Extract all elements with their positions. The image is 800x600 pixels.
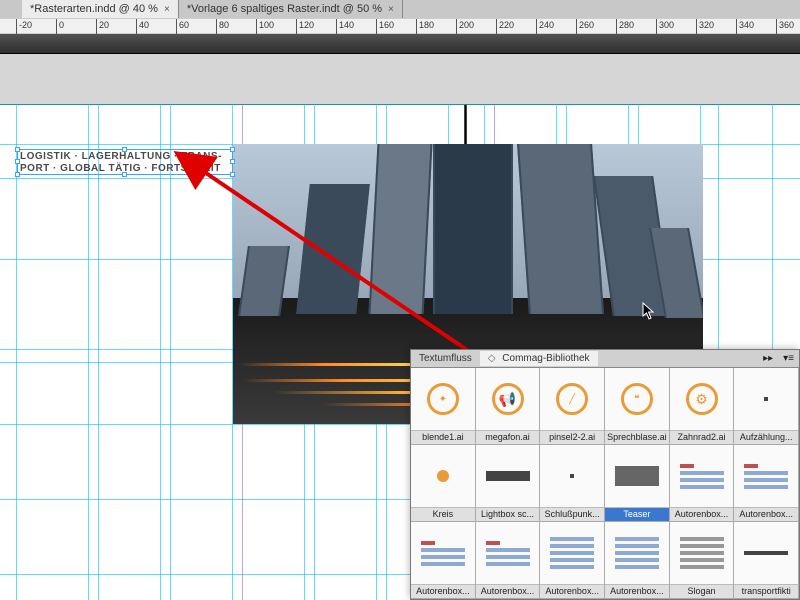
library-item-label: Teaser [605,507,669,521]
library-item[interactable]: Autorenbox... [605,522,670,599]
library-item-label: Zahnrad2.ai [670,430,734,444]
library-panel[interactable]: Textumfluss ◇ Commag-Bibliothek ▸▸ ▾≡ ✦b… [410,349,800,600]
horizontal-ruler[interactable]: -200204060801001201401601802002202402602… [0,18,800,34]
panel-tab-bibliothek[interactable]: ◇ Commag-Bibliothek [480,351,598,366]
library-item-label: Lightbox sc... [476,507,540,521]
library-item[interactable]: ╱pinsel2-2.ai [540,368,605,445]
library-grid: ✦blende1.ai📢megafon.ai╱pinsel2-2.ai❝Spre… [411,368,799,599]
library-item[interactable]: Aufzählung... [734,368,799,445]
text-frame-line2: PORT · GLOBAL TÄTIG · FORTSCHRIT [20,163,221,174]
document-tab-1[interactable]: *Rasterarten.indd @ 40 % × [22,0,179,18]
library-item-label: Autorenbox... [605,584,669,598]
library-item[interactable]: Slogan [670,522,735,599]
library-item[interactable]: 📢megafon.ai [476,368,541,445]
library-item-label: transportfikti [734,584,798,598]
library-item-label: blende1.ai [411,430,475,444]
library-item-label: Aufzählung... [734,430,798,444]
canvas-area[interactable]: LOGISTIK · LAGERHALTUNG · TRANS- PORT · … [0,54,800,600]
library-item-label: Autorenbox... [540,584,604,598]
panel-tab-textumfluss[interactable]: Textumfluss [411,351,480,366]
library-item[interactable]: Lightbox sc... [476,445,541,522]
library-item[interactable]: Autorenbox... [734,445,799,522]
library-item[interactable]: Schlußpunk... [540,445,605,522]
panel-tab-label: Commag-Bibliothek [502,353,589,364]
library-item-label: Autorenbox... [411,584,475,598]
library-item[interactable]: Autorenbox... [670,445,735,522]
text-frame-line1: LOGISTIK · LAGERHALTUNG · TRANS- [20,151,222,162]
panel-tab-label: Textumfluss [419,353,472,364]
library-item-label: Schlußpunk... [540,507,604,521]
panel-collapse-icon[interactable]: ▸▸ [758,351,778,366]
panel-tab-bar: Textumfluss ◇ Commag-Bibliothek ▸▸ ▾≡ [411,350,799,368]
library-item[interactable]: ✦blende1.ai [411,368,476,445]
document-tabs: *Rasterarten.indd @ 40 % × *Vorlage 6 sp… [0,0,800,18]
library-item[interactable]: Autorenbox... [411,522,476,599]
library-item[interactable]: ⚙Zahnrad2.ai [670,368,735,445]
library-item-label: Autorenbox... [670,507,734,521]
document-tab-2[interactable]: *Vorlage 6 spaltiges Raster.indt @ 50 % … [179,0,403,18]
library-item-label: Slogan [670,584,734,598]
document-tab-label: *Vorlage 6 spaltiges Raster.indt @ 50 % [187,3,382,15]
close-icon[interactable]: × [388,4,394,15]
library-item[interactable]: transportfikti [734,522,799,599]
library-item-label: Kreis [411,507,475,521]
library-item-label: pinsel2-2.ai [540,430,604,444]
library-item[interactable]: ❝Sprechblase.ai [605,368,670,445]
library-item-label: Sprechblase.ai [605,430,669,444]
text-frame-selected[interactable]: LOGISTIK · LAGERHALTUNG · TRANS- PORT · … [17,149,233,175]
panel-tab-indicator-icon: ◇ [488,353,496,364]
library-item[interactable]: Autorenbox... [540,522,605,599]
library-item-label: Autorenbox... [734,507,798,521]
library-item[interactable]: Teaser [605,445,670,522]
document-tab-label: *Rasterarten.indd @ 40 % [30,3,158,15]
library-item-label: Autorenbox... [476,584,540,598]
mouse-cursor-icon [642,302,656,320]
top-dark-bar [0,34,800,54]
close-icon[interactable]: × [164,4,170,15]
library-item[interactable]: Kreis [411,445,476,522]
library-item-label: megafon.ai [476,430,540,444]
library-item[interactable]: Autorenbox... [476,522,541,599]
panel-menu-icon[interactable]: ▾≡ [778,351,799,366]
